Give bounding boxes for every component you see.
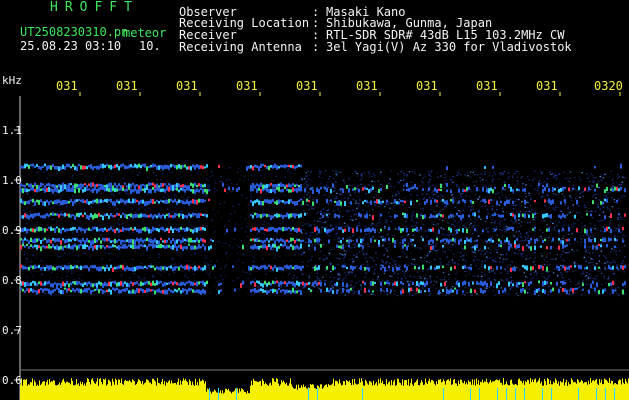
- y-tick-label: 0.6: [2, 374, 22, 387]
- duration: 10.: [139, 39, 161, 53]
- antenna-label: Receiving Antenna: [179, 40, 302, 54]
- x-tick-label: 031: [236, 79, 258, 93]
- signal-bands: [20, 163, 626, 296]
- x-tick-label: 031: [476, 79, 498, 93]
- x-tick-label: 031: [536, 79, 558, 93]
- y-tick-label: 0.7: [2, 324, 22, 337]
- x-tick-label: 031: [176, 79, 198, 93]
- antenna-sep: :: [312, 40, 320, 54]
- x-tick-label: 031: [116, 79, 138, 93]
- y-tick-label: 0.9: [2, 224, 22, 237]
- x-tick-label: 0320: [594, 79, 623, 93]
- file-name: UT2508230310.pn: [20, 25, 129, 39]
- x-tick-label: 031: [356, 79, 378, 93]
- file-type: meteor: [123, 26, 167, 40]
- y-tick-label: 1.1: [2, 124, 22, 137]
- y-tick-label: 1.0: [2, 174, 22, 187]
- y-axis-unit: kHz: [2, 74, 22, 87]
- x-tick-label: 031: [56, 79, 78, 93]
- app-title: HROFFT: [50, 0, 139, 15]
- antenna-value: 3el Yagi(V) Az 330 for Vladivostok: [326, 40, 572, 54]
- x-tick-label: 031: [296, 79, 318, 93]
- x-tick-label: 031: [416, 79, 438, 93]
- signal-level-meter: [20, 378, 629, 400]
- spectrogram: [14, 92, 629, 400]
- y-tick-label: 0.8: [2, 274, 22, 287]
- date-time: 25.08.23 03:10: [20, 39, 122, 53]
